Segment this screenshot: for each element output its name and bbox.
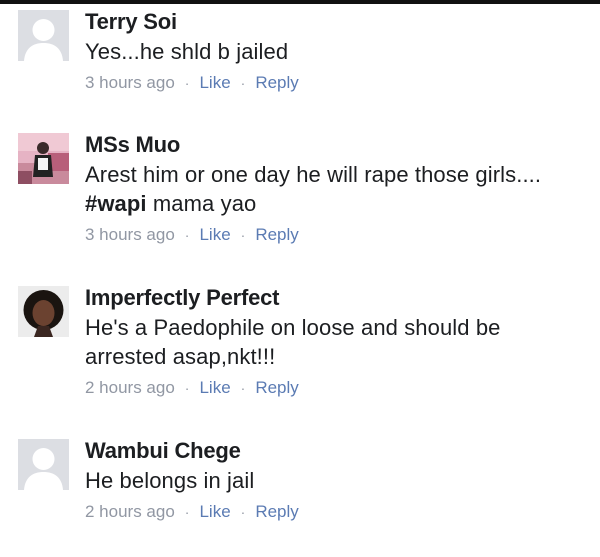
separator-dot: ·: [240, 227, 246, 243]
like-link[interactable]: Like: [199, 73, 230, 92]
hashtag-link[interactable]: #wapi: [85, 191, 147, 216]
top-border: [0, 0, 600, 4]
comment-timestamp[interactable]: 3 hours ago: [85, 73, 175, 92]
comment-meta: 3 hours ago · Like · Reply: [85, 224, 592, 246]
reply-link[interactable]: Reply: [255, 502, 298, 521]
avatar[interactable]: [18, 439, 69, 490]
default-avatar-icon: [18, 10, 69, 61]
comment-text: Arest him or one day he will rape those …: [85, 160, 592, 218]
separator-dot: ·: [240, 75, 246, 91]
like-link[interactable]: Like: [199, 502, 230, 521]
default-avatar-icon: [18, 439, 69, 490]
comment-author[interactable]: MSs Muo: [85, 133, 592, 157]
comment-author[interactable]: Terry Soi: [85, 10, 592, 34]
like-link[interactable]: Like: [199, 225, 230, 244]
comment-text-fragment: mama yao: [146, 191, 257, 216]
comment-meta: 3 hours ago · Like · Reply: [85, 72, 592, 94]
comment-text: Yes...he shld b jailed: [85, 39, 289, 64]
separator-dot: ·: [184, 504, 190, 520]
comment-text-line: #wapi mama yao: [85, 189, 592, 218]
separator-dot: ·: [240, 504, 246, 520]
reply-link[interactable]: Reply: [255, 378, 298, 397]
avatar[interactable]: [18, 286, 69, 337]
reply-link[interactable]: Reply: [255, 225, 298, 244]
comment-text-line: Arest him or one day he will rape those …: [85, 162, 542, 187]
comment-meta: 2 hours ago · Like · Reply: [85, 501, 592, 523]
comment-text: He's a Paedophile on loose and should be…: [85, 313, 592, 371]
comment-author[interactable]: Wambui Chege: [85, 439, 592, 463]
avatar[interactable]: [18, 10, 69, 61]
avatar[interactable]: [18, 133, 69, 184]
comment-text-line: He's a Paedophile on loose and should be: [85, 315, 501, 340]
comment-meta: 2 hours ago · Like · Reply: [85, 377, 592, 399]
user-photo-icon: [18, 133, 69, 184]
comment-timestamp[interactable]: 3 hours ago: [85, 225, 175, 244]
user-photo-icon: [18, 286, 69, 337]
comment-author[interactable]: Imperfectly Perfect: [85, 286, 592, 310]
comment-timestamp[interactable]: 2 hours ago: [85, 378, 175, 397]
separator-dot: ·: [184, 75, 190, 91]
separator-dot: ·: [240, 380, 246, 396]
separator-dot: ·: [184, 380, 190, 396]
like-link[interactable]: Like: [199, 378, 230, 397]
comment-text: He belongs in jail: [85, 468, 255, 493]
reply-link[interactable]: Reply: [255, 73, 298, 92]
separator-dot: ·: [184, 227, 190, 243]
comment-text-line: arrested asap,nkt!!!: [85, 344, 276, 369]
comment-timestamp[interactable]: 2 hours ago: [85, 502, 175, 521]
